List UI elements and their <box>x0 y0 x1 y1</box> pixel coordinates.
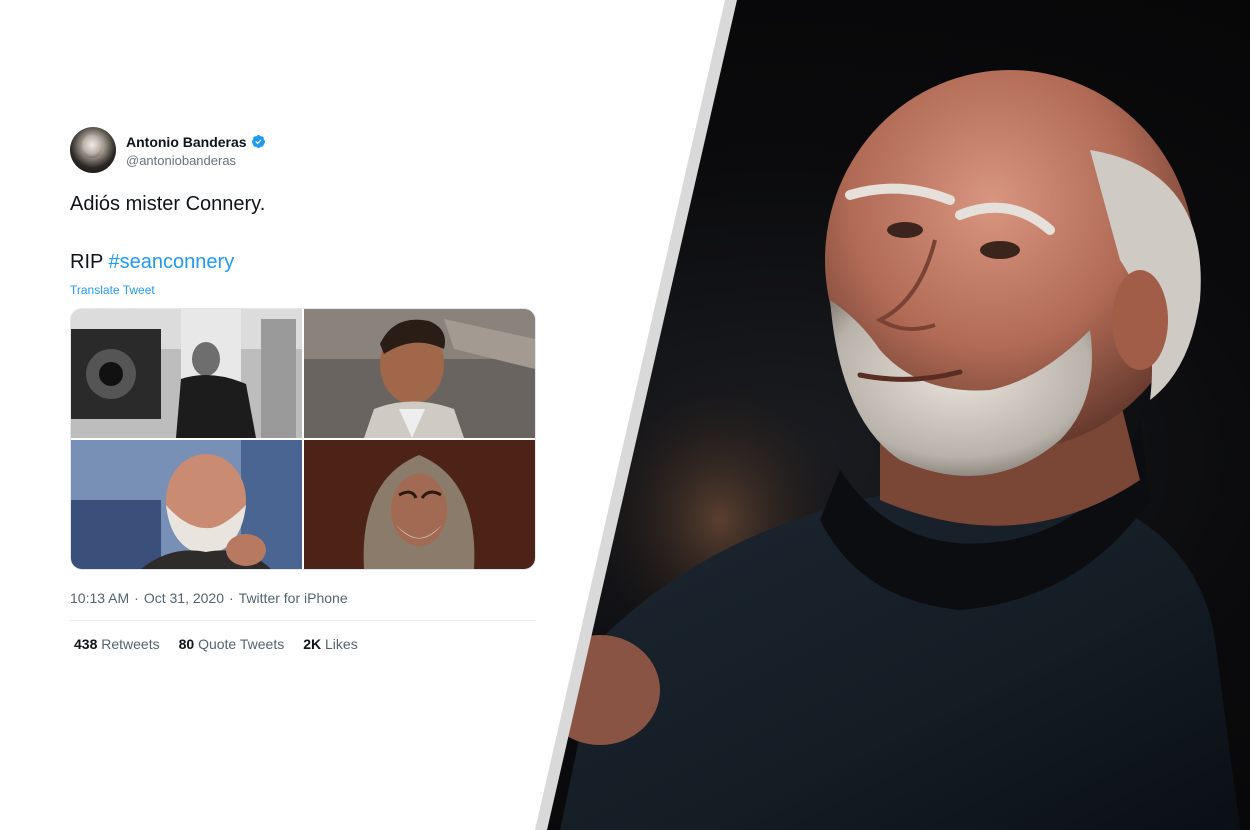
meta-separator: · <box>229 590 234 606</box>
likes-label: Likes <box>325 636 358 652</box>
tweet-time[interactable]: 10:13 AM <box>70 590 129 606</box>
tweet-header: Antonio Banderas @antoniobanderas <box>70 126 536 174</box>
media-photo-4[interactable] <box>304 440 535 569</box>
media-photo-1[interactable] <box>71 309 302 438</box>
translate-tweet-link[interactable]: Translate Tweet <box>70 283 155 297</box>
quote-tweets-count: 80 <box>178 636 195 652</box>
display-name[interactable]: Antonio Banderas <box>126 134 247 150</box>
likes-count: 2K <box>303 636 322 652</box>
meta-separator: · <box>134 590 139 606</box>
film-set-image <box>71 309 302 438</box>
tweet-text-line-2: RIP #seanconnery <box>70 249 536 275</box>
suit-portrait-image <box>304 309 535 438</box>
handle[interactable]: @antoniobanderas <box>126 153 266 168</box>
hashtag-link[interactable]: #seanconnery <box>109 251 235 273</box>
hooded-portrait-image <box>304 440 535 569</box>
avatar[interactable] <box>70 127 116 173</box>
tweet-card: Antonio Banderas @antoniobanderas Adiós … <box>70 126 536 652</box>
quote-tweets-label: Quote Tweets <box>198 636 285 652</box>
tweet-stats: 438 Retweets 80 Quote Tweets 2K Likes <box>70 636 536 652</box>
tweet-date[interactable]: Oct 31, 2020 <box>144 590 224 606</box>
quote-tweets-stat[interactable]: 80 Quote Tweets <box>179 636 285 652</box>
author-names: Antonio Banderas @antoniobanderas <box>126 133 266 168</box>
stats-divider <box>70 620 536 621</box>
media-grid <box>70 308 536 570</box>
retweets-label: Retweets <box>101 636 160 652</box>
retweets-stat[interactable]: 438 Retweets <box>74 636 160 652</box>
tweet-meta: 10:13 AM · Oct 31, 2020 · Twitter for iP… <box>70 589 536 607</box>
media-photo-3[interactable] <box>71 440 302 569</box>
display-name-row: Antonio Banderas <box>126 133 266 151</box>
smiling-portrait-image <box>71 440 302 569</box>
verified-badge-icon <box>251 134 265 149</box>
retweets-count: 438 <box>74 636 98 652</box>
tweet-text-line-1: Adiós mister Connery. <box>70 193 266 215</box>
tweet-source[interactable]: Twitter for iPhone <box>239 590 348 606</box>
media-photo-2[interactable] <box>304 309 535 438</box>
likes-stat[interactable]: 2K Likes <box>303 636 357 652</box>
rip-text: RIP <box>70 251 103 273</box>
